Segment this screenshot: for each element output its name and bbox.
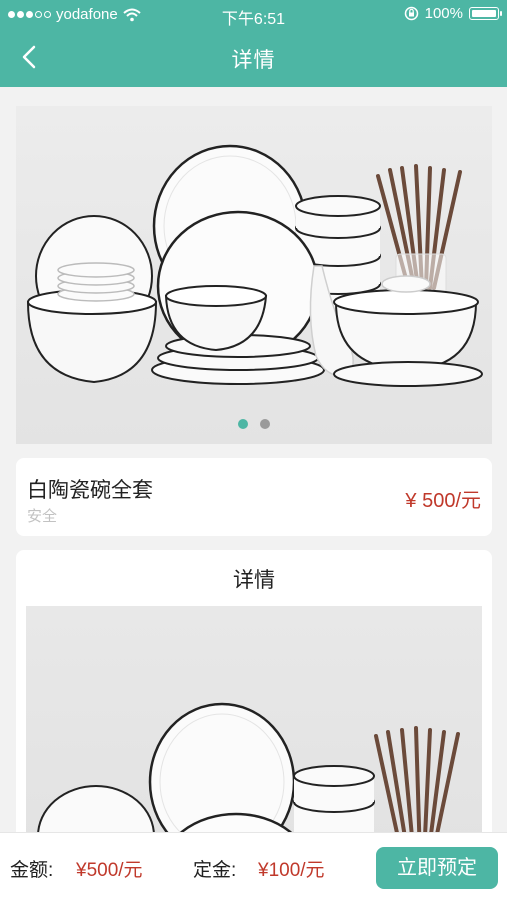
bottom-bar: 金额: ¥500/元 定金: ¥100/元 立即预定 <box>0 832 507 900</box>
battery-percent: 100% <box>424 5 463 22</box>
carousel-dot-1[interactable] <box>238 419 248 429</box>
battery-icon <box>469 7 502 20</box>
deposit-value: ¥100/元 <box>258 860 325 881</box>
deposit-label: 定金: <box>193 860 237 881</box>
product-image-carousel[interactable] <box>16 106 492 444</box>
amount-label: 金额: <box>10 860 54 881</box>
carousel-indicator <box>16 419 492 429</box>
orientation-lock-icon <box>404 6 418 21</box>
carousel-dot-2[interactable] <box>260 419 270 429</box>
status-bar: yodafone 下午6:51 100% <box>0 0 507 30</box>
product-subtitle: 安全 <box>27 508 58 525</box>
amount-value: ¥500/元 <box>76 860 143 881</box>
page-title: 详情 <box>231 49 276 72</box>
tableware-set-image <box>26 144 483 387</box>
product-price: ¥ 500/元 <box>405 490 481 512</box>
product-info-card: 白陶瓷碗全套 安全 ¥ 500/元 <box>16 458 492 536</box>
status-right: 100% <box>404 5 502 22</box>
details-title: 详情 <box>233 569 275 592</box>
app-root: yodafone 下午6:51 100% 详情 白陶瓷碗全套 安全 ¥ 500/… <box>0 0 507 900</box>
product-name: 白陶瓷碗全套 <box>27 479 153 502</box>
reserve-now-button[interactable]: 立即预定 <box>376 847 498 889</box>
header: yodafone 下午6:51 100% 详情 <box>0 0 507 87</box>
